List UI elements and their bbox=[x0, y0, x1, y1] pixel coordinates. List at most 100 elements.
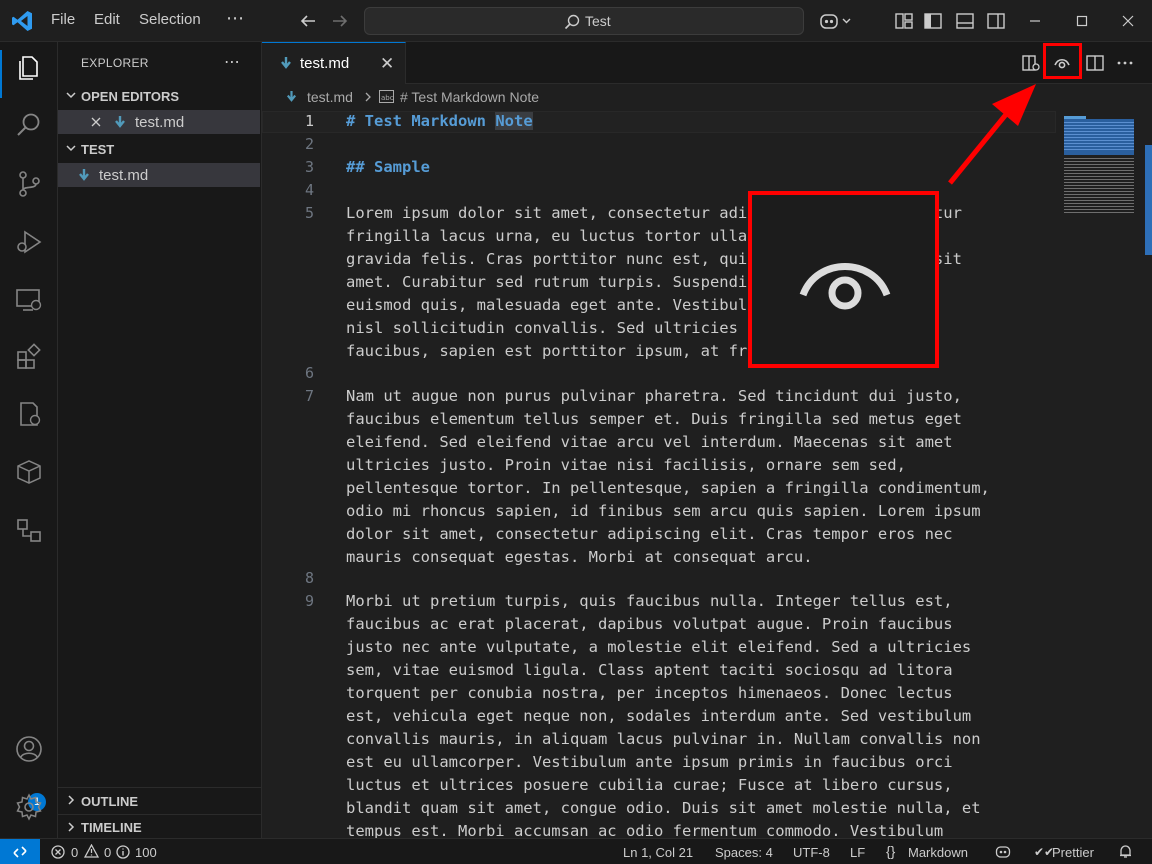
line-number: 1 bbox=[304, 112, 314, 130]
cursor-position[interactable]: Ln 1, Col 21 bbox=[623, 845, 693, 860]
code-line: luctus et ultrices posuere cubilia curae… bbox=[346, 776, 953, 794]
preview-eye-icon bbox=[799, 263, 891, 310]
customize-layout-icon[interactable] bbox=[893, 10, 915, 32]
source-control-icon[interactable] bbox=[13, 168, 45, 200]
menu-selection[interactable]: Selection bbox=[139, 11, 201, 28]
chevron-right-icon bbox=[68, 822, 75, 832]
run-debug-icon[interactable] bbox=[13, 226, 45, 258]
remote-icon bbox=[13, 846, 27, 858]
tab-close-button[interactable]: ✕ bbox=[380, 54, 394, 74]
outline-section[interactable]: OUTLINE bbox=[58, 787, 262, 814]
extensions-icon[interactable] bbox=[13, 341, 45, 373]
markdown-file-icon bbox=[79, 169, 89, 181]
editor-tab[interactable]: test.md ✕ bbox=[262, 42, 406, 84]
copilot-status-icon[interactable] bbox=[995, 844, 1011, 859]
prettier-status[interactable]: Prettier bbox=[1052, 845, 1094, 860]
test-folder-label: TEST bbox=[81, 142, 115, 157]
back-arrow-icon[interactable] bbox=[297, 10, 319, 32]
tab-label: test.md bbox=[300, 55, 350, 72]
code-line: blandit quam sit amet, congue odio. Duis… bbox=[346, 799, 981, 817]
toggle-secondary-sidebar-icon[interactable] bbox=[985, 10, 1007, 32]
markdown-file-icon bbox=[281, 57, 291, 69]
chevron-down-icon bbox=[66, 92, 76, 99]
heading1-selected-word: Note bbox=[495, 112, 533, 130]
editor-text-area[interactable]: 1 2 3 4 5 6 7 8 9 # Test Markdown Note #… bbox=[262, 110, 1152, 838]
toggle-panel-icon[interactable] bbox=[954, 10, 976, 32]
line-number: 3 bbox=[304, 158, 314, 176]
open-editors-section[interactable]: OPEN EDITORS bbox=[58, 86, 262, 108]
code-line: faucibus elementum tellus semper et. Dui… bbox=[346, 410, 962, 428]
minimize-icon[interactable] bbox=[1024, 10, 1046, 32]
copilot-icon[interactable] bbox=[818, 10, 854, 32]
command-center[interactable]: Test bbox=[364, 7, 804, 35]
timeline-section[interactable]: TIMELINE bbox=[58, 814, 262, 838]
explorer-icon[interactable] bbox=[13, 52, 45, 84]
menu-edit[interactable]: Edit bbox=[94, 11, 120, 28]
code-line: faucibus ac erat placerat, dapibus volut… bbox=[346, 615, 953, 633]
menu-file[interactable]: File bbox=[51, 11, 75, 28]
zoomed-eye-callout bbox=[748, 191, 939, 368]
workflow-icon[interactable] bbox=[13, 514, 45, 546]
heading2-text: ## Sample bbox=[346, 158, 430, 176]
string-symbol-icon: abc bbox=[379, 90, 394, 103]
remote-indicator[interactable] bbox=[0, 839, 40, 864]
line-number: 8 bbox=[304, 569, 314, 587]
remote-explorer-icon[interactable] bbox=[13, 284, 45, 316]
outline-label: OUTLINE bbox=[81, 794, 139, 809]
open-editor-filename: test.md bbox=[135, 114, 185, 131]
split-editor-icon[interactable] bbox=[1084, 52, 1106, 74]
search-icon[interactable] bbox=[13, 109, 45, 141]
warning-count[interactable]: 0 bbox=[104, 845, 111, 860]
end-of-line[interactable]: LF bbox=[850, 845, 865, 860]
vscode-logo-icon bbox=[10, 9, 34, 33]
encoding[interactable]: UTF-8 bbox=[793, 845, 830, 860]
file-tree-item[interactable]: test.md bbox=[58, 163, 260, 187]
toggle-primary-sidebar-icon[interactable] bbox=[922, 10, 944, 32]
svg-text:abc: abc bbox=[381, 94, 394, 102]
scrollbar-thumb[interactable] bbox=[1145, 145, 1152, 255]
timeline-label: TIMELINE bbox=[81, 820, 142, 835]
maximize-icon[interactable] bbox=[1071, 10, 1093, 32]
info-count[interactable]: 100 bbox=[135, 845, 157, 860]
settings-gear-icon[interactable] bbox=[13, 791, 45, 823]
explorer-more-button[interactable]: ⋯ bbox=[224, 52, 240, 72]
breadcrumb-symbol[interactable]: # Test Markdown Note bbox=[400, 89, 539, 105]
chevron-right-icon bbox=[68, 795, 75, 805]
code-line: mauris consequat egestas. Morbi at conse… bbox=[346, 548, 813, 566]
markdown-file-icon bbox=[286, 91, 297, 102]
code-line: est, vehicula eget neque non, sodales in… bbox=[346, 707, 972, 725]
indentation[interactable]: Spaces: 4 bbox=[715, 845, 773, 860]
accounts-icon[interactable] bbox=[13, 733, 45, 765]
close-icon[interactable] bbox=[90, 116, 102, 128]
menu-more[interactable]: ⋯ bbox=[226, 8, 244, 29]
close-window-icon[interactable] bbox=[1117, 10, 1139, 32]
code-line: torquent per conubia nostra, per incepto… bbox=[346, 684, 953, 702]
command-center-text: Test bbox=[585, 13, 611, 29]
line-number: 9 bbox=[304, 592, 314, 610]
code-line: Nam ut augue non purus pulvinar pharetra… bbox=[346, 387, 962, 405]
breadcrumb-file[interactable]: test.md bbox=[307, 89, 353, 105]
file-tree-filename: test.md bbox=[99, 167, 149, 184]
language-mode[interactable]: Markdown bbox=[908, 845, 968, 860]
code-line: justo nec ante vulputate, a molestie eli… bbox=[346, 638, 972, 656]
title-bar: File Edit Selection ⋯ Test bbox=[0, 0, 1152, 42]
notifications-bell-icon[interactable] bbox=[1118, 844, 1133, 859]
open-editor-item[interactable]: test.md bbox=[58, 110, 260, 134]
code-line: convallis mauris, in aliquam lacus pulvi… bbox=[346, 730, 981, 748]
line-number: 5 bbox=[304, 204, 314, 222]
testing-icon[interactable] bbox=[13, 398, 45, 430]
container-icon[interactable] bbox=[13, 456, 45, 488]
line-number: 6 bbox=[304, 364, 314, 382]
error-count[interactable]: 0 bbox=[71, 845, 78, 860]
explorer-sidebar: EXPLORER ⋯ OPEN EDITORS test.md TEST tes… bbox=[58, 42, 262, 838]
code-line: pellentesque tortor. In pellentesque, sa… bbox=[346, 479, 990, 497]
chevron-down-icon bbox=[66, 145, 76, 152]
code-line: ultricies justo. Proin vitae nisi facili… bbox=[346, 456, 906, 474]
forward-arrow-icon[interactable] bbox=[329, 10, 351, 32]
warning-icon bbox=[84, 844, 99, 858]
activity-bar: 1 bbox=[0, 42, 58, 838]
open-preview-book-icon[interactable] bbox=[1020, 52, 1042, 74]
test-folder-section[interactable]: TEST bbox=[58, 139, 262, 161]
more-actions-icon[interactable] bbox=[1114, 52, 1136, 74]
minimap[interactable] bbox=[1062, 110, 1138, 838]
